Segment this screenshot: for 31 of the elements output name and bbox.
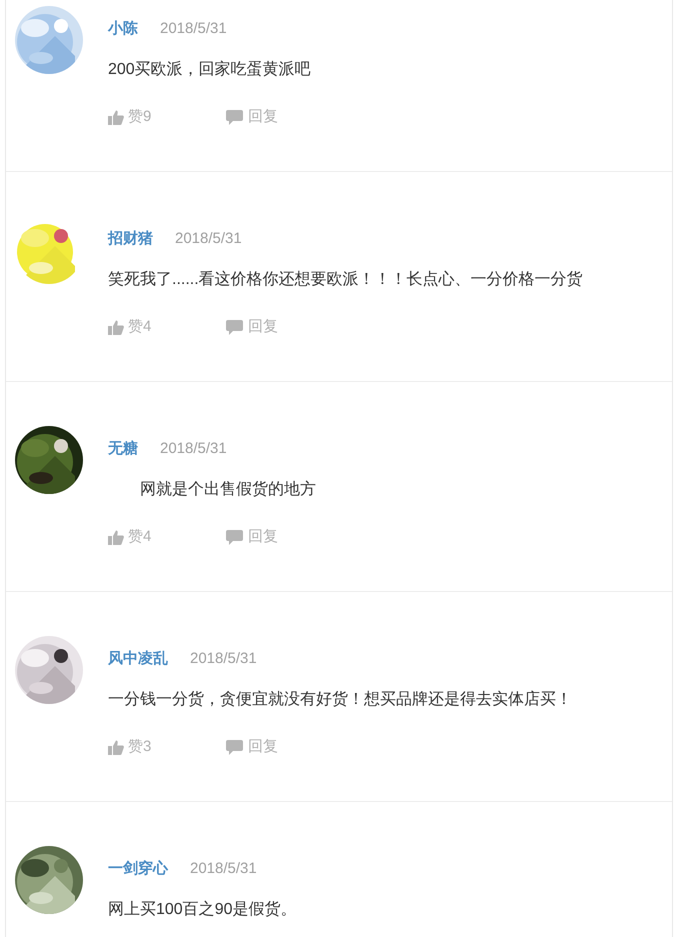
thumbs-up-icon [108,320,124,334]
user-name-link[interactable]: 一剑穿心 [108,859,168,879]
like-button[interactable]: 赞3 [108,737,226,757]
reply-button[interactable]: 回复 [226,107,278,127]
comment-date: 2018/5/31 [175,229,242,249]
user-name-link[interactable]: 风中凌乱 [108,649,168,669]
thumbs-up-icon [108,530,124,544]
user-name-link[interactable]: 小陈 [108,19,138,39]
like-button[interactable]: 赞9 [108,107,226,127]
comment-text: 200买欧派，回家吃蛋黄派吧 [108,60,311,80]
like-button[interactable]: 赞4 [108,317,226,337]
comment-text: 网上买100百之90是假货。 [108,900,296,920]
thumbs-up-icon [108,740,124,754]
comment-date: 2018/5/31 [160,19,227,39]
comment-text: 一分钱一分货，贪便宜就没有好货！想买品牌还是得去实体店买！ [108,690,572,710]
reply-button[interactable]: 回复 [226,527,278,547]
like-button[interactable]: 赞4 [108,527,226,547]
speech-bubble-icon [226,530,243,544]
reply-button[interactable]: 回复 [226,737,278,757]
comment-date: 2018/5/31 [190,649,257,669]
comment-date: 2018/5/31 [160,439,227,459]
user-name-link[interactable]: 招财猪 [108,229,153,249]
speech-bubble-icon [226,110,243,124]
user-name-link[interactable]: 无糖 [108,439,138,459]
thumbs-up-icon [108,110,124,124]
comment-text: 笑死我了......看这价格你还想要欧派！！！长点心、一分价格一分货 [108,270,583,290]
speech-bubble-icon [226,320,243,334]
reply-button[interactable]: 回复 [226,317,278,337]
comment-text: 网就是个出售假货的地方 [139,480,316,500]
speech-bubble-icon [226,740,243,754]
comment-date: 2018/5/31 [190,859,257,879]
